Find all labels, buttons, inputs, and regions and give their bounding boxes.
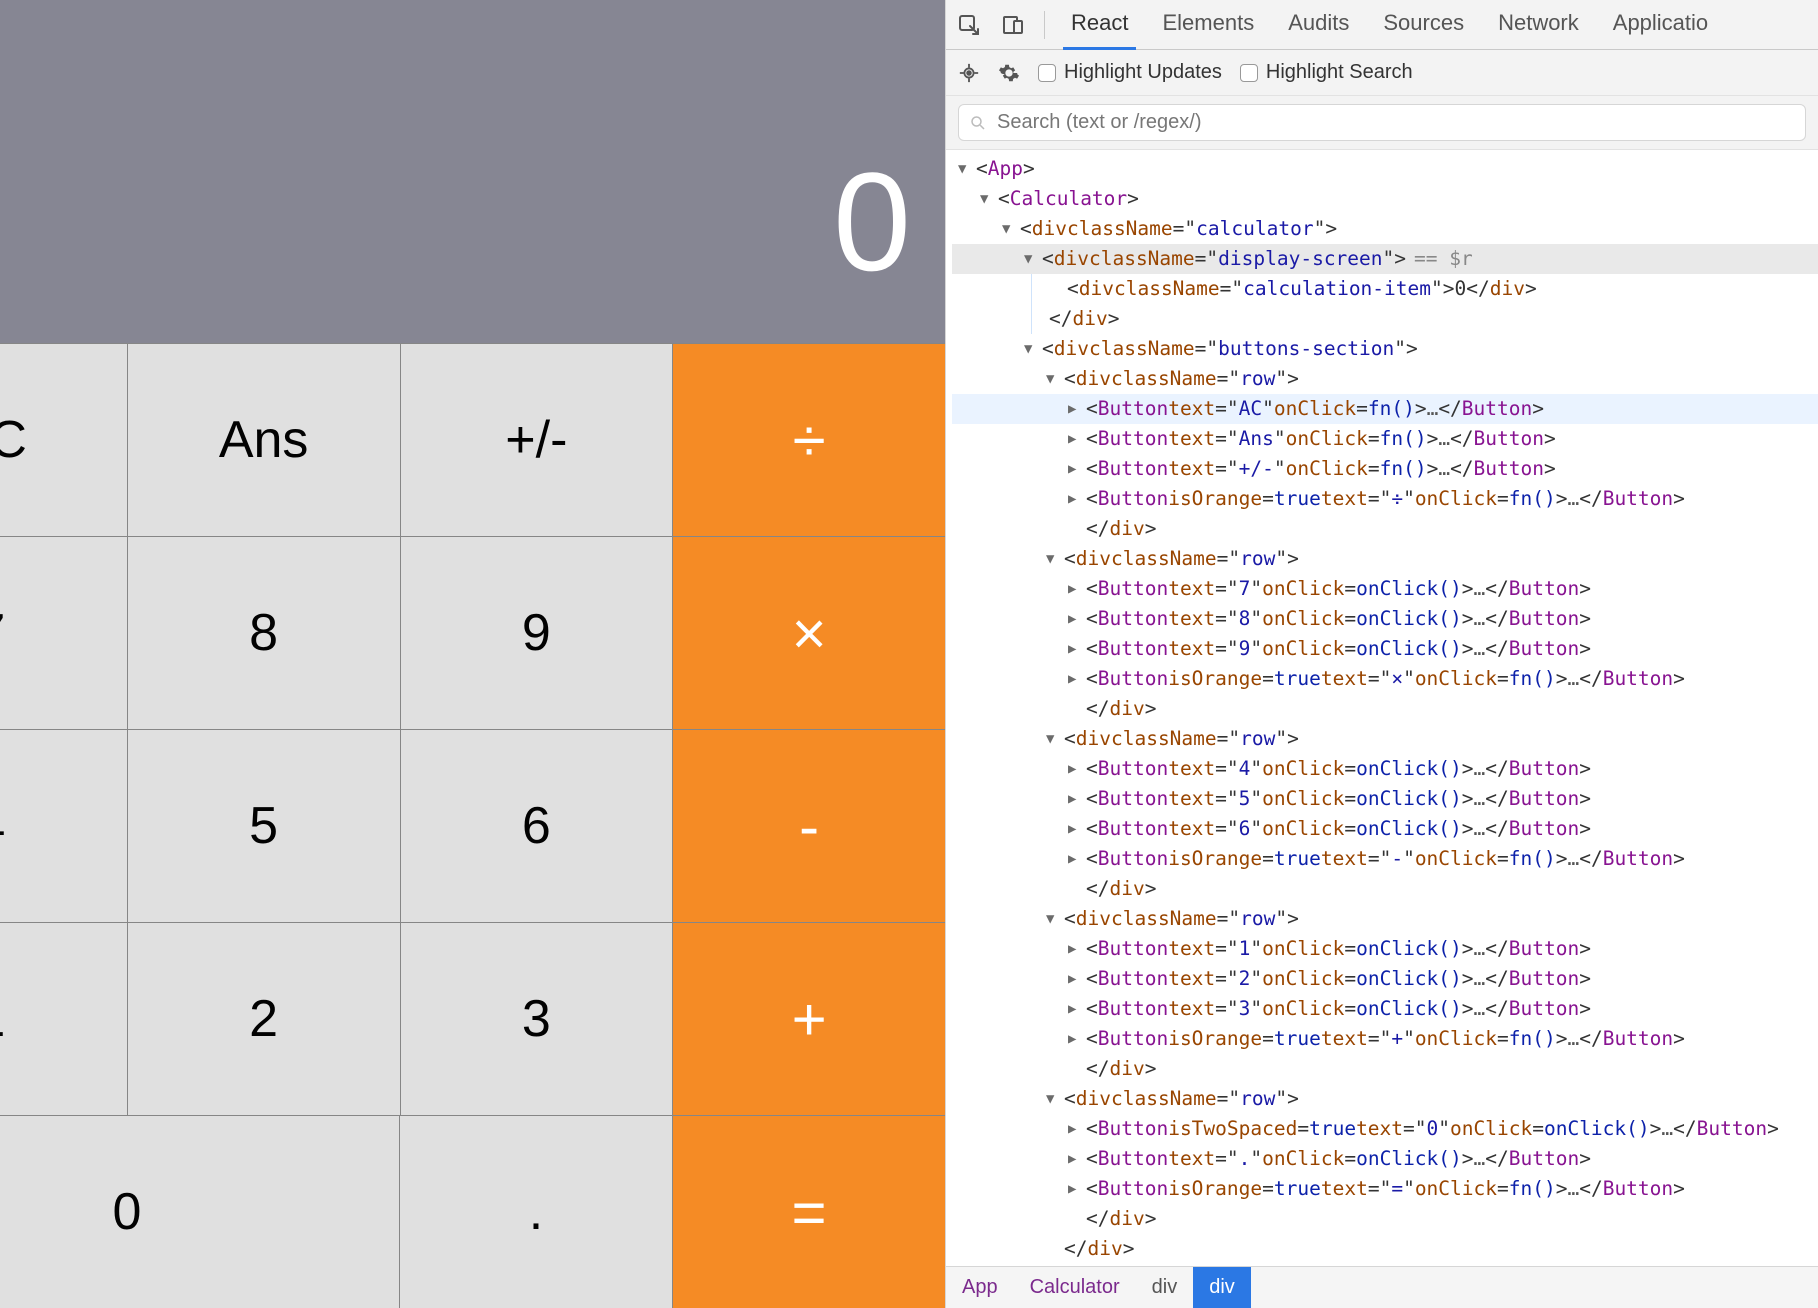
breadcrumb-div-3[interactable]: div bbox=[1193, 1267, 1251, 1308]
divide-button[interactable]: ÷ bbox=[673, 343, 945, 536]
tree-button[interactable]: <Button text="+/-" onClick=fn()>…</Butto… bbox=[952, 454, 1818, 484]
tree-button[interactable]: <Button text="9" onClick=onClick()>…</Bu… bbox=[952, 634, 1818, 664]
tree-div-row[interactable]: <div className="row"> bbox=[952, 724, 1818, 754]
four-button[interactable]: 4 bbox=[0, 729, 128, 922]
tree-button[interactable]: <Button text="4" onClick=onClick()>…</Bu… bbox=[952, 754, 1818, 784]
tree-close-buttons[interactable]: </div> bbox=[952, 1234, 1818, 1264]
display-screen: 0 bbox=[0, 0, 945, 343]
component-tree[interactable]: <App><Calculator><div className="calcula… bbox=[946, 150, 1818, 1266]
devtools-tab-applicatio[interactable]: Applicatio bbox=[1605, 0, 1716, 50]
tree-button[interactable]: <Button text="Ans" onClick=fn()>…</Butto… bbox=[952, 424, 1818, 454]
tree-calculator[interactable]: <Calculator> bbox=[952, 184, 1818, 214]
multiply-button[interactable]: × bbox=[673, 536, 945, 729]
three-button[interactable]: 3 bbox=[401, 922, 674, 1115]
tree-button[interactable]: <Button isOrange=true text="+" onClick=f… bbox=[952, 1024, 1818, 1054]
tree-div-row[interactable]: <div className="row"> bbox=[952, 1084, 1818, 1114]
six-button[interactable]: 6 bbox=[401, 729, 674, 922]
devtools-tab-react[interactable]: React bbox=[1063, 0, 1136, 50]
search-placeholder: Search (text or /regex/) bbox=[997, 111, 1202, 134]
tree-button[interactable]: <Button isOrange=true text="×" onClick=f… bbox=[952, 664, 1818, 694]
ans-button[interactable]: Ans bbox=[128, 343, 401, 536]
tree-button[interactable]: <Button text="." onClick=onClick()>…</Bu… bbox=[952, 1144, 1818, 1174]
devtools-tab-elements[interactable]: Elements bbox=[1154, 0, 1262, 50]
tree-button[interactable]: <Button isTwoSpaced=true text="0" onClic… bbox=[952, 1114, 1818, 1144]
tree-button[interactable]: <Button text="3" onClick=onClick()>…</Bu… bbox=[952, 994, 1818, 1024]
devtools-panel: React Elements Audits Sources Network Applica… bbox=[945, 0, 1818, 1308]
calculator-inner: 0 ACAns+/-÷789×456-123+0.= bbox=[0, 0, 945, 1308]
tree-button[interactable]: <Button text="2" onClick=onClick()>…</Bu… bbox=[952, 964, 1818, 994]
breadcrumb-div-2[interactable]: div bbox=[1136, 1267, 1194, 1308]
decimal-button[interactable]: . bbox=[400, 1115, 673, 1308]
plus-minus-button[interactable]: +/- bbox=[401, 343, 674, 536]
two-button[interactable]: 2 bbox=[128, 922, 401, 1115]
devtools-tab-network[interactable]: Network bbox=[1490, 0, 1587, 50]
tree-div-row[interactable]: <div className="row"> bbox=[952, 904, 1818, 934]
equals-button[interactable]: = bbox=[673, 1115, 945, 1308]
one-button[interactable]: 1 bbox=[0, 922, 128, 1115]
highlight-search-label: Highlight Search bbox=[1266, 61, 1413, 84]
tree-button[interactable]: <Button isOrange=true text="=" onClick=f… bbox=[952, 1174, 1818, 1204]
devtools-tabs: React Elements Audits Sources Network Applica… bbox=[1063, 0, 1716, 50]
plus-button[interactable]: + bbox=[673, 922, 945, 1115]
highlight-updates-label: Highlight Updates bbox=[1064, 61, 1222, 84]
display-value: 0 bbox=[833, 141, 909, 303]
tree-button[interactable]: <Button text="7" onClick=onClick()>…</Bu… bbox=[952, 574, 1818, 604]
devtools-tab-audits[interactable]: Audits bbox=[1280, 0, 1357, 50]
breadcrumb-app-0[interactable]: App bbox=[946, 1267, 1014, 1308]
eight-button[interactable]: 8 bbox=[128, 536, 401, 729]
search-input[interactable]: Search (text or /regex/) bbox=[958, 104, 1806, 141]
zero-button[interactable]: 0 bbox=[0, 1115, 400, 1308]
highlight-search-checkbox[interactable]: Highlight Search bbox=[1240, 61, 1413, 84]
calculator-row: ACAns+/-÷ bbox=[0, 343, 945, 536]
devtools-tab-sources[interactable]: Sources bbox=[1375, 0, 1472, 50]
tree-div-row[interactable]: <div className="row"> bbox=[952, 544, 1818, 574]
tree-close-display[interactable]: </div> bbox=[1029, 304, 1818, 334]
tree-close-row[interactable]: </div> bbox=[952, 1204, 1818, 1234]
gear-icon[interactable] bbox=[998, 62, 1020, 84]
tree-calculation-item[interactable]: <div className="calculation-item">0</div… bbox=[1047, 274, 1818, 304]
calculator-row: 0.= bbox=[0, 1115, 945, 1308]
tree-div-buttons-section[interactable]: <div className="buttons-section"> bbox=[952, 334, 1818, 364]
tree-button[interactable]: <Button text="8" onClick=onClick()>…</Bu… bbox=[952, 604, 1818, 634]
tree-close-row[interactable]: </div> bbox=[952, 514, 1818, 544]
tree-close-row[interactable]: </div> bbox=[952, 694, 1818, 724]
tree-button[interactable]: <Button isOrange=true text="-" onClick=f… bbox=[952, 844, 1818, 874]
buttons-section: ACAns+/-÷789×456-123+0.= bbox=[0, 343, 945, 1308]
nine-button[interactable]: 9 bbox=[401, 536, 674, 729]
search-icon bbox=[969, 114, 987, 132]
tree-div-row[interactable]: <div className="row"> bbox=[952, 364, 1818, 394]
calculator-row: 789× bbox=[0, 536, 945, 729]
react-subtoolbar: Highlight Updates Highlight Search bbox=[946, 50, 1818, 96]
tree-button[interactable]: <Button text="5" onClick=onClick()>…</Bu… bbox=[952, 784, 1818, 814]
device-toggle-icon[interactable] bbox=[1000, 12, 1026, 38]
target-icon[interactable] bbox=[958, 62, 980, 84]
calculator-viewport: 0 ACAns+/-÷789×456-123+0.= bbox=[0, 0, 945, 1308]
tree-close-row[interactable]: </div> bbox=[952, 874, 1818, 904]
calculator-row: 456- bbox=[0, 729, 945, 922]
devtools-search-bar: Search (text or /regex/) bbox=[946, 96, 1818, 150]
tree-div-display-screen[interactable]: <div className="display-screen">== $r bbox=[952, 244, 1818, 274]
tree-button[interactable]: <Button isOrange=true text="÷" onClick=f… bbox=[952, 484, 1818, 514]
inspect-icon[interactable] bbox=[956, 12, 982, 38]
tree-div-calculator[interactable]: <div className="calculator"> bbox=[952, 214, 1818, 244]
five-button[interactable]: 5 bbox=[128, 729, 401, 922]
breadcrumb: AppCalculatordivdiv bbox=[946, 1266, 1818, 1308]
calculator-app: 0 ACAns+/-÷789×456-123+0.= bbox=[0, 0, 945, 1308]
devtools-toolbar: React Elements Audits Sources Network Applica… bbox=[946, 0, 1818, 50]
minus-button[interactable]: - bbox=[673, 729, 945, 922]
tree-app[interactable]: <App> bbox=[952, 154, 1818, 184]
tree-close-row[interactable]: </div> bbox=[952, 1054, 1818, 1084]
ac-button[interactable]: AC bbox=[0, 343, 128, 536]
highlight-updates-checkbox[interactable]: Highlight Updates bbox=[1038, 61, 1222, 84]
tree-button[interactable]: <Button text="6" onClick=onClick()>…</Bu… bbox=[952, 814, 1818, 844]
breadcrumb-calculator-1[interactable]: Calculator bbox=[1014, 1267, 1136, 1308]
tree-button[interactable]: <Button text="1" onClick=onClick()>…</Bu… bbox=[952, 934, 1818, 964]
seven-button[interactable]: 7 bbox=[0, 536, 128, 729]
tree-button[interactable]: <Button text="AC" onClick=fn()>…</Button… bbox=[952, 394, 1818, 424]
calculator-row: 123+ bbox=[0, 922, 945, 1115]
